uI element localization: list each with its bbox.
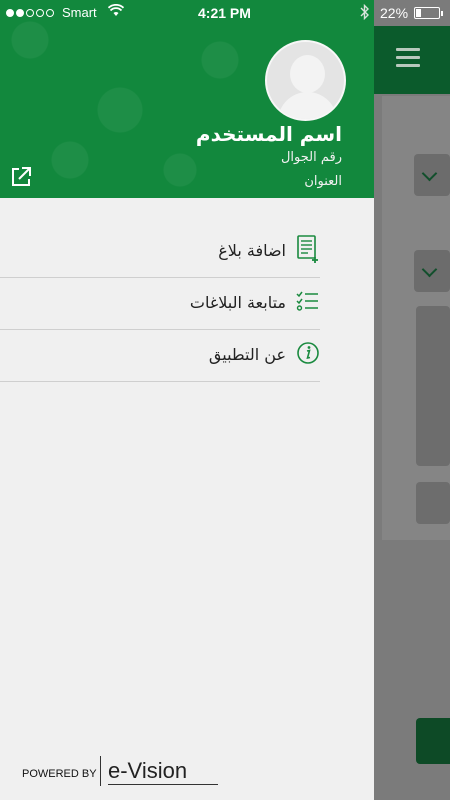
menu-item-track-reports[interactable]: متابعة البلاغات — [0, 278, 320, 330]
background-dropdown-1[interactable] — [414, 154, 450, 196]
background-submit-button[interactable] — [416, 718, 450, 764]
menu-item-about-app[interactable]: عن التطبيق — [0, 330, 320, 382]
background-textarea[interactable] — [416, 306, 450, 466]
chevron-down-icon — [421, 165, 438, 182]
user-phone: رقم الجوال — [280, 150, 342, 165]
status-bar: Smart 4:21 PM 22% — [0, 0, 450, 26]
checklist-icon — [296, 286, 320, 316]
avatar[interactable] — [265, 40, 346, 121]
info-icon — [296, 338, 320, 368]
drawer-header: اسم المستخدم رقم الجوال العنوان — [0, 0, 374, 198]
carrier-name: Smart — [62, 5, 97, 20]
hamburger-menu-icon[interactable] — [396, 48, 420, 68]
battery-icon — [414, 7, 443, 19]
brand-name: e-Vision — [108, 758, 188, 783]
navigation-drawer: اسم المستخدم رقم الجوال العنوان اضافة بل… — [0, 0, 374, 800]
add-report-icon — [296, 234, 320, 264]
background-dropdown-2[interactable] — [414, 250, 450, 292]
background-input[interactable] — [416, 482, 450, 524]
menu-item-label: اضافة بلاغ — [218, 241, 286, 260]
bluetooth-icon — [360, 3, 370, 24]
menu-item-label: متابعة البلاغات — [189, 293, 286, 312]
user-address: العنوان — [304, 174, 342, 189]
chevron-down-icon — [421, 261, 438, 278]
wifi-icon — [107, 3, 125, 22]
menu-item-add-report[interactable]: اضافة بلاغ — [0, 226, 320, 278]
battery-level — [416, 9, 421, 17]
menu-item-label: عن التطبيق — [208, 345, 286, 364]
battery-percentage: 22% — [380, 5, 409, 21]
powered-by-label: POWERED BY — [22, 768, 97, 780]
signal-strength-icon — [6, 9, 54, 17]
user-name: اسم المستخدم — [195, 122, 342, 146]
drawer-menu: اضافة بلاغ متابعة البلاغات عن التطبيق — [0, 226, 374, 382]
clock: 4:21 PM — [198, 5, 251, 21]
external-link-icon[interactable] — [10, 166, 32, 188]
